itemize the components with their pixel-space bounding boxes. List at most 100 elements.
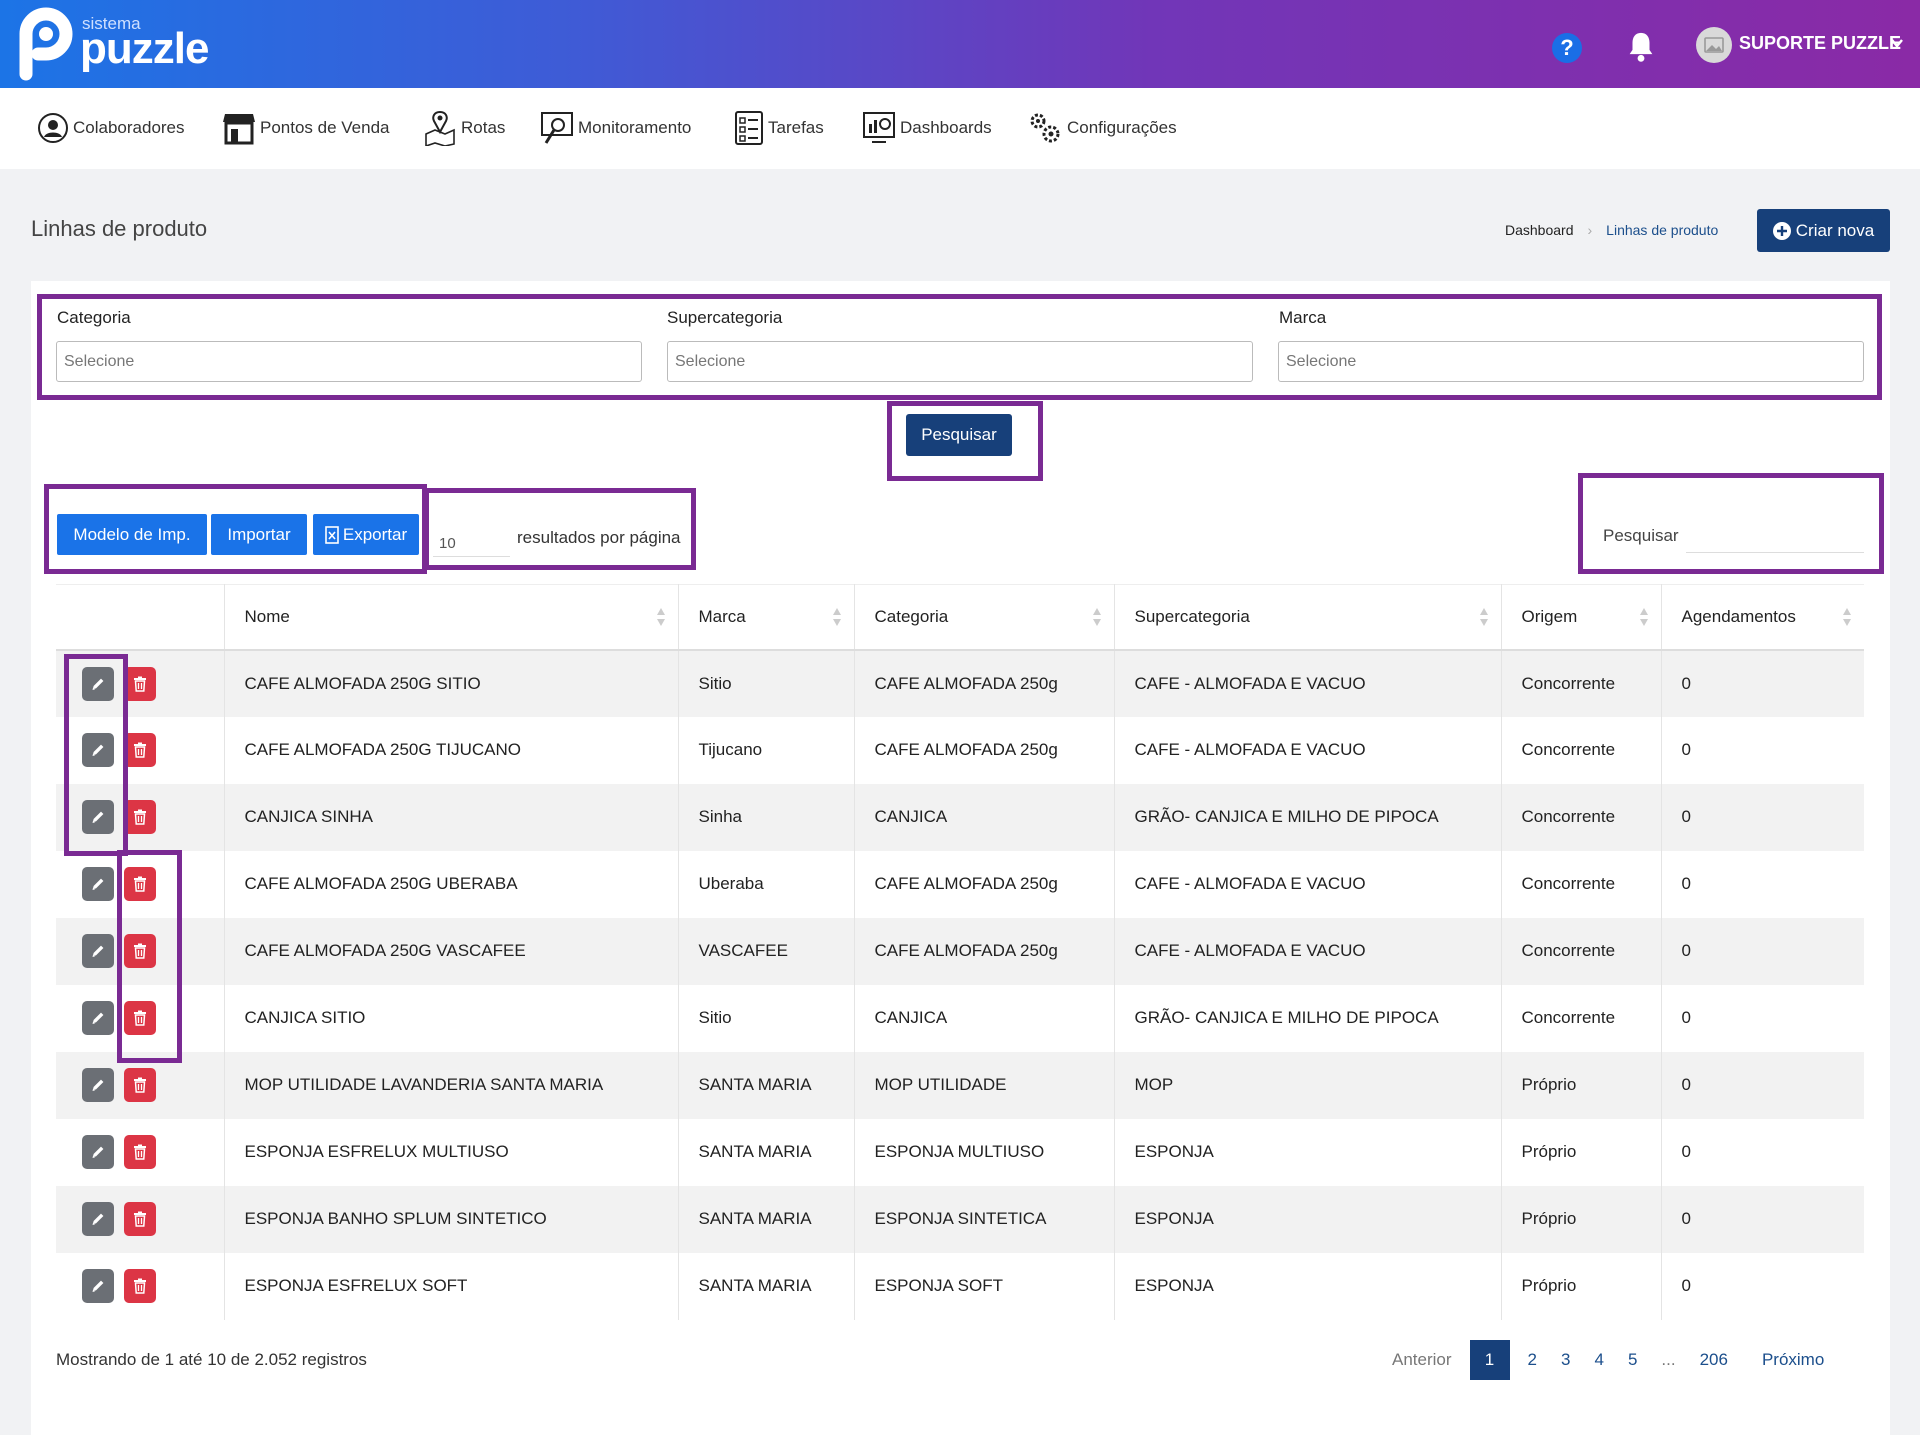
- breadcrumb-current[interactable]: Linhas de produto: [1606, 222, 1718, 238]
- table-row: CANJICA SITIO Sitio CANJICA GRÃO- CANJICA E…: [56, 984, 1864, 1052]
- plus-circle-icon: [1772, 221, 1791, 240]
- cell-agendamentos: 0: [1661, 917, 1864, 985]
- sort-icon[interactable]: [1479, 607, 1489, 627]
- nav-label: Configurações: [1067, 118, 1177, 137]
- table-info: Mostrando de 1 até 10 de 2.052 registros: [56, 1350, 367, 1369]
- create-new-button[interactable]: Criar nova: [1757, 209, 1890, 252]
- nav-item-colaboradores[interactable]: Colaboradores: [37, 108, 185, 148]
- delete-button[interactable]: [124, 1068, 156, 1102]
- cell-origem: Concorrente: [1501, 917, 1662, 985]
- help-icon[interactable]: ?: [1552, 33, 1582, 63]
- pencil-icon: [90, 943, 106, 959]
- sort-icon[interactable]: [1092, 607, 1102, 627]
- sort-icon[interactable]: [656, 607, 666, 627]
- highlight-box-search-button: [887, 401, 1043, 481]
- column-header-label: Origem: [1521, 606, 1578, 626]
- cell-supercategoria: CAFE - ALMOFADA E VACUO: [1114, 649, 1502, 717]
- cell-nome: CAFE ALMOFADA 250G TIJUCANO: [224, 716, 679, 784]
- pagination-page[interactable]: 1: [1469, 1340, 1510, 1380]
- trash-icon: [133, 809, 147, 825]
- delete-button[interactable]: [124, 666, 156, 701]
- edit-button[interactable]: [82, 1135, 114, 1169]
- delete-button[interactable]: [124, 733, 156, 767]
- cell-agendamentos: 0: [1661, 1185, 1864, 1253]
- pencil-icon: [90, 1278, 106, 1294]
- pagination-prev[interactable]: Anterior: [1380, 1340, 1464, 1380]
- pagination-page[interactable]: 206: [1688, 1340, 1740, 1380]
- column-header-label: Categoria: [874, 606, 949, 626]
- page-title: Linhas de produto: [31, 216, 208, 241]
- store-icon: [223, 114, 255, 145]
- highlight-box-filters: [37, 294, 1882, 400]
- row-actions-cell: [56, 1118, 225, 1186]
- pagination-page[interactable]: 4: [1582, 1340, 1615, 1380]
- delete-button[interactable]: [124, 1135, 156, 1169]
- edit-button[interactable]: [82, 934, 114, 968]
- trash-icon: [133, 1077, 147, 1093]
- sort-icon[interactable]: [832, 607, 842, 627]
- pencil-icon: [90, 1077, 106, 1093]
- pagination-page[interactable]: 2: [1516, 1340, 1549, 1380]
- top-header: sistema puzzle ? SUPORTE PUZZLE: [0, 0, 1920, 88]
- sort-icon[interactable]: [1639, 607, 1649, 627]
- column-header-nome[interactable]: Nome: [224, 584, 679, 651]
- cell-origem: Concorrente: [1501, 649, 1662, 717]
- cell-supercategoria: ESPONJA: [1114, 1252, 1502, 1320]
- cell-agendamentos: 0: [1661, 850, 1864, 918]
- delete-button[interactable]: [124, 1269, 156, 1303]
- cell-supercategoria: ESPONJA: [1114, 1118, 1502, 1186]
- highlight-box-per-page: [424, 488, 696, 570]
- column-header-label: Agendamentos: [1681, 606, 1796, 626]
- sort-icon[interactable]: [1842, 607, 1852, 627]
- column-header-marca[interactable]: Marca: [678, 584, 855, 651]
- column-header-categoria[interactable]: Categoria: [854, 584, 1115, 651]
- pagination: Anterior 1 2 3 4 5 ... 206 Próximo: [1380, 1340, 1836, 1380]
- edit-button[interactable]: [82, 1202, 114, 1236]
- nav-item-tarefas[interactable]: Tarefas: [734, 108, 824, 148]
- nav-label: Dashboards: [900, 118, 992, 137]
- edit-button[interactable]: [82, 1001, 114, 1035]
- nav-item-rotas[interactable]: Rotas: [423, 108, 505, 148]
- delete-button[interactable]: [124, 800, 156, 834]
- table-row: CAFE ALMOFADA 250G TIJUCANO Tijucano CAFE …: [56, 716, 1864, 784]
- cell-marca: VASCAFEE: [678, 917, 855, 985]
- pagination-page[interactable]: 3: [1549, 1340, 1582, 1380]
- trash-icon: [133, 742, 147, 758]
- cell-marca: SANTA MARIA: [678, 1051, 855, 1119]
- cell-marca: Sitio: [678, 649, 855, 717]
- nav-item-configuracoes[interactable]: Configurações: [1027, 108, 1177, 148]
- column-header-origem[interactable]: Origem: [1501, 584, 1662, 651]
- cell-agendamentos: 0: [1661, 1051, 1864, 1119]
- cell-nome: CANJICA SITIO: [224, 984, 679, 1052]
- avatar[interactable]: [1696, 27, 1732, 63]
- create-new-label: Criar nova: [1795, 220, 1875, 240]
- gears-icon: [1030, 113, 1060, 143]
- column-header-supercategoria[interactable]: Supercategoria: [1114, 584, 1502, 651]
- logo-title: puzzle: [80, 24, 209, 73]
- edit-button[interactable]: [82, 1269, 114, 1303]
- cell-origem: Próprio: [1501, 1118, 1662, 1186]
- pagination-page[interactable]: 5: [1616, 1340, 1649, 1380]
- cell-categoria: CANJICA: [854, 783, 1115, 851]
- app-logo[interactable]: sistema puzzle: [14, 2, 254, 86]
- pagination-next[interactable]: Próximo: [1750, 1340, 1836, 1380]
- nav-item-dashboards[interactable]: Dashboards: [862, 108, 992, 148]
- cell-origem: Concorrente: [1501, 716, 1662, 784]
- cell-supercategoria: GRÃO- CANJICA E MILHO DE PIPOCA: [1114, 783, 1502, 851]
- cell-categoria: CANJICA: [854, 984, 1115, 1052]
- highlight-box-toolbar-buttons: [44, 484, 427, 574]
- delete-button[interactable]: [124, 1202, 156, 1236]
- bell-icon[interactable]: [1624, 30, 1658, 64]
- nav-item-pontos-de-venda[interactable]: Pontos de Venda: [222, 108, 390, 148]
- breadcrumb-dashboard[interactable]: Dashboard: [1505, 222, 1574, 238]
- row-actions-cell: [56, 1252, 225, 1320]
- user-name[interactable]: SUPORTE PUZZLE: [1739, 33, 1901, 54]
- chevron-down-icon[interactable]: [1890, 36, 1904, 50]
- column-header-agendamentos[interactable]: Agendamentos: [1661, 584, 1864, 651]
- trash-icon: [133, 1278, 147, 1294]
- cell-origem: Próprio: [1501, 1252, 1662, 1320]
- edit-button[interactable]: [82, 1068, 114, 1102]
- nav-item-monitoramento[interactable]: Monitoramento: [540, 108, 691, 148]
- pencil-icon: [90, 876, 106, 892]
- edit-button[interactable]: [82, 867, 114, 901]
